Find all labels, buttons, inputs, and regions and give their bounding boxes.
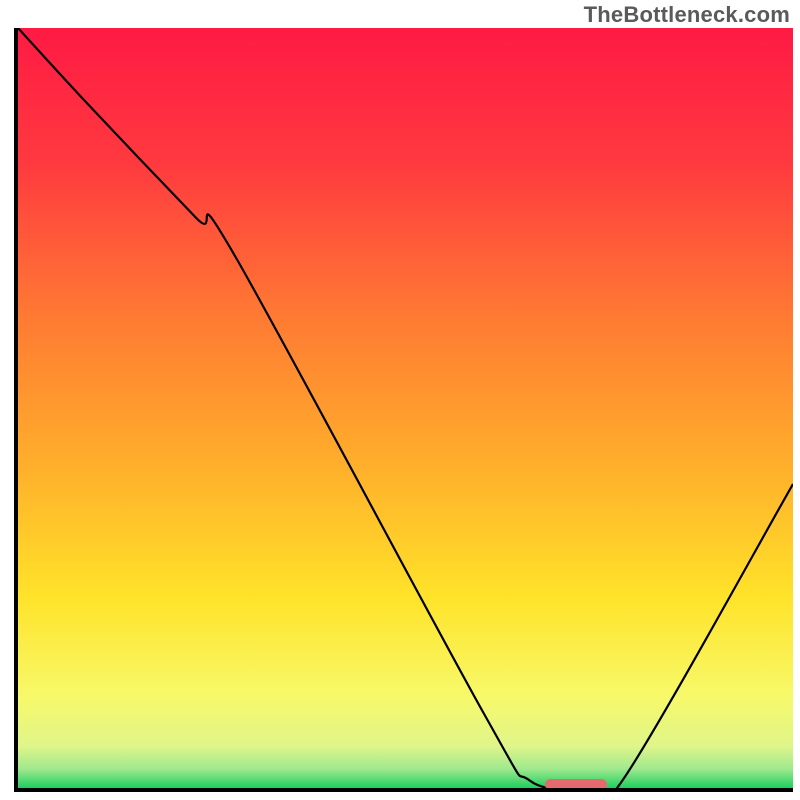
- chart-plot-area: [14, 28, 793, 792]
- gradient-rect: [18, 28, 793, 788]
- watermark-text: TheBottleneck.com: [584, 2, 790, 28]
- chart-frame: TheBottleneck.com: [0, 0, 800, 800]
- chart-svg: [18, 28, 793, 788]
- optimal-marker: [545, 779, 607, 790]
